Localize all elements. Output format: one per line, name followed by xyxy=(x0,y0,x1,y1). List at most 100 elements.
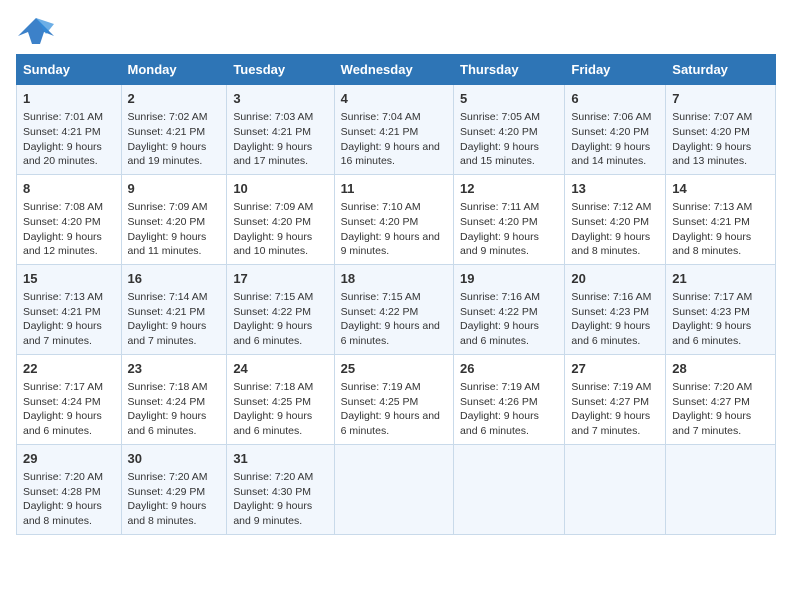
day-info: Sunrise: 7:08 AMSunset: 4:20 PMDaylight:… xyxy=(23,201,103,257)
day-number: 16 xyxy=(128,270,221,288)
calendar-week-row: 15 Sunrise: 7:13 AMSunset: 4:21 PMDayligh… xyxy=(17,264,776,354)
calendar-header-row: SundayMondayTuesdayWednesdayThursdayFrid… xyxy=(17,55,776,85)
logo xyxy=(16,16,60,44)
calendar-cell: 19Sunrise: 7:16 AMSunset: 4:22 PMDayligh… xyxy=(454,264,565,354)
day-number: 5 xyxy=(460,90,558,108)
day-number: 14 xyxy=(672,180,769,198)
day-info: Sunrise: 7:06 AMSunset: 4:20 PMDaylight:… xyxy=(571,111,651,167)
day-number: 1 xyxy=(23,90,115,108)
calendar-cell: 20 Sunrise: 7:16 AMSunset: 4:23 PMDayligh… xyxy=(565,264,666,354)
day-number: 27 xyxy=(571,360,659,378)
calendar-table: SundayMondayTuesdayWednesdayThursdayFrid… xyxy=(16,54,776,535)
calendar-cell: 30 Sunrise: 7:20 AMSunset: 4:29 PMDayligh… xyxy=(121,444,227,534)
day-info: Sunrise: 7:20 AMSunset: 4:30 PMDaylight:… xyxy=(233,471,313,527)
day-info: Sunrise: 7:13 AMSunset: 4:21 PMDaylight:… xyxy=(672,201,752,257)
day-number: 8 xyxy=(23,180,115,198)
day-number: 10 xyxy=(233,180,327,198)
day-number: 28 xyxy=(672,360,769,378)
calendar-week-row: 22 Sunrise: 7:17 AMSunset: 4:24 PMDayligh… xyxy=(17,354,776,444)
day-info: Sunrise: 7:01 AMSunset: 4:21 PMDaylight:… xyxy=(23,111,103,167)
calendar-cell xyxy=(334,444,453,534)
day-number: 13 xyxy=(571,180,659,198)
calendar-cell: 11 Sunrise: 7:10 AMSunset: 4:20 PMDayligh… xyxy=(334,174,453,264)
day-info: Sunrise: 7:19 AMSunset: 4:26 PMDaylight:… xyxy=(460,381,540,437)
header-friday: Friday xyxy=(565,55,666,85)
calendar-cell: 24Sunrise: 7:18 AMSunset: 4:25 PMDayligh… xyxy=(227,354,334,444)
day-number: 18 xyxy=(341,270,447,288)
day-info: Sunrise: 7:15 AMSunset: 4:22 PMDaylight:… xyxy=(341,291,440,347)
day-info: Sunrise: 7:20 AMSunset: 4:29 PMDaylight:… xyxy=(128,471,208,527)
calendar-cell: 21 Sunrise: 7:17 AMSunset: 4:23 PMDayligh… xyxy=(666,264,776,354)
calendar-week-row: 29Sunrise: 7:20 AMSunset: 4:28 PMDayligh… xyxy=(17,444,776,534)
day-number: 22 xyxy=(23,360,115,378)
header-monday: Monday xyxy=(121,55,227,85)
calendar-cell: 1 Sunrise: 7:01 AMSunset: 4:21 PMDaylight… xyxy=(17,85,122,175)
calendar-cell: 8 Sunrise: 7:08 AMSunset: 4:20 PMDaylight… xyxy=(17,174,122,264)
day-info: Sunrise: 7:17 AMSunset: 4:23 PMDaylight:… xyxy=(672,291,752,347)
day-number: 4 xyxy=(341,90,447,108)
calendar-week-row: 8 Sunrise: 7:08 AMSunset: 4:20 PMDaylight… xyxy=(17,174,776,264)
header-saturday: Saturday xyxy=(666,55,776,85)
day-info: Sunrise: 7:10 AMSunset: 4:20 PMDaylight:… xyxy=(341,201,440,257)
page-header xyxy=(16,16,776,44)
day-info: Sunrise: 7:07 AMSunset: 4:20 PMDaylight:… xyxy=(672,111,752,167)
day-number: 6 xyxy=(571,90,659,108)
day-number: 20 xyxy=(571,270,659,288)
calendar-cell: 9Sunrise: 7:09 AMSunset: 4:20 PMDaylight… xyxy=(121,174,227,264)
calendar-cell: 23 Sunrise: 7:18 AMSunset: 4:24 PMDayligh… xyxy=(121,354,227,444)
day-number: 11 xyxy=(341,180,447,198)
header-sunday: Sunday xyxy=(17,55,122,85)
day-number: 15 xyxy=(23,270,115,288)
day-info: Sunrise: 7:11 AMSunset: 4:20 PMDaylight:… xyxy=(460,201,539,257)
calendar-cell: 3 Sunrise: 7:03 AMSunset: 4:21 PMDaylight… xyxy=(227,85,334,175)
day-info: Sunrise: 7:16 AMSunset: 4:22 PMDaylight:… xyxy=(460,291,540,347)
day-number: 23 xyxy=(128,360,221,378)
day-number: 30 xyxy=(128,450,221,468)
calendar-cell: 26 Sunrise: 7:19 AMSunset: 4:26 PMDayligh… xyxy=(454,354,565,444)
calendar-cell: 29Sunrise: 7:20 AMSunset: 4:28 PMDayligh… xyxy=(17,444,122,534)
calendar-cell: 10 Sunrise: 7:09 AMSunset: 4:20 PMDayligh… xyxy=(227,174,334,264)
calendar-cell: 25 Sunrise: 7:19 AMSunset: 4:25 PMDayligh… xyxy=(334,354,453,444)
day-info: Sunrise: 7:05 AMSunset: 4:20 PMDaylight:… xyxy=(460,111,540,167)
day-info: Sunrise: 7:14 AMSunset: 4:21 PMDaylight:… xyxy=(128,291,208,347)
day-number: 17 xyxy=(233,270,327,288)
day-number: 2 xyxy=(128,90,221,108)
day-info: Sunrise: 7:19 AMSunset: 4:25 PMDaylight:… xyxy=(341,381,440,437)
header-thursday: Thursday xyxy=(454,55,565,85)
header-tuesday: Tuesday xyxy=(227,55,334,85)
day-number: 25 xyxy=(341,360,447,378)
day-number: 24 xyxy=(233,360,327,378)
day-number: 21 xyxy=(672,270,769,288)
day-info: Sunrise: 7:12 AMSunset: 4:20 PMDaylight:… xyxy=(571,201,651,257)
calendar-cell: 18 Sunrise: 7:15 AMSunset: 4:22 PMDayligh… xyxy=(334,264,453,354)
day-info: Sunrise: 7:17 AMSunset: 4:24 PMDaylight:… xyxy=(23,381,103,437)
calendar-cell xyxy=(454,444,565,534)
calendar-cell: 7 Sunrise: 7:07 AMSunset: 4:20 PMDaylight… xyxy=(666,85,776,175)
day-info: Sunrise: 7:16 AMSunset: 4:23 PMDaylight:… xyxy=(571,291,651,347)
calendar-cell: 27 Sunrise: 7:19 AMSunset: 4:27 PMDayligh… xyxy=(565,354,666,444)
calendar-cell: 12 Sunrise: 7:11 AMSunset: 4:20 PMDayligh… xyxy=(454,174,565,264)
day-number: 7 xyxy=(672,90,769,108)
calendar-cell: 31Sunrise: 7:20 AMSunset: 4:30 PMDayligh… xyxy=(227,444,334,534)
calendar-week-row: 1 Sunrise: 7:01 AMSunset: 4:21 PMDaylight… xyxy=(17,85,776,175)
day-info: Sunrise: 7:02 AMSunset: 4:21 PMDaylight:… xyxy=(128,111,208,167)
day-info: Sunrise: 7:19 AMSunset: 4:27 PMDaylight:… xyxy=(571,381,651,437)
header-wednesday: Wednesday xyxy=(334,55,453,85)
day-info: Sunrise: 7:04 AMSunset: 4:21 PMDaylight:… xyxy=(341,111,440,167)
day-number: 9 xyxy=(128,180,221,198)
calendar-cell: 5 Sunrise: 7:05 AMSunset: 4:20 PMDaylight… xyxy=(454,85,565,175)
day-info: Sunrise: 7:15 AMSunset: 4:22 PMDaylight:… xyxy=(233,291,313,347)
day-info: Sunrise: 7:03 AMSunset: 4:21 PMDaylight:… xyxy=(233,111,313,167)
day-info: Sunrise: 7:18 AMSunset: 4:24 PMDaylight:… xyxy=(128,381,208,437)
logo-icon xyxy=(16,16,56,44)
calendar-cell: 2 Sunrise: 7:02 AMSunset: 4:21 PMDaylight… xyxy=(121,85,227,175)
calendar-cell: 6 Sunrise: 7:06 AMSunset: 4:20 PMDaylight… xyxy=(565,85,666,175)
calendar-cell: 15 Sunrise: 7:13 AMSunset: 4:21 PMDayligh… xyxy=(17,264,122,354)
day-info: Sunrise: 7:13 AMSunset: 4:21 PMDaylight:… xyxy=(23,291,103,347)
calendar-cell: 28Sunrise: 7:20 AMSunset: 4:27 PMDayligh… xyxy=(666,354,776,444)
day-number: 3 xyxy=(233,90,327,108)
calendar-cell: 17 Sunrise: 7:15 AMSunset: 4:22 PMDayligh… xyxy=(227,264,334,354)
day-number: 12 xyxy=(460,180,558,198)
day-info: Sunrise: 7:09 AMSunset: 4:20 PMDaylight:… xyxy=(233,201,313,257)
day-number: 26 xyxy=(460,360,558,378)
